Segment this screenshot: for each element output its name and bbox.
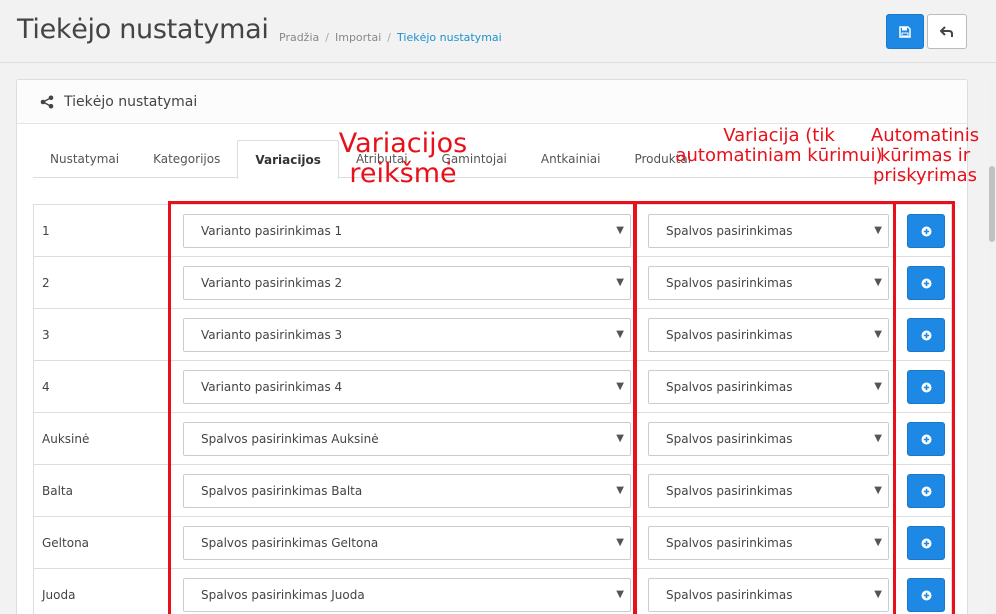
breadcrumb-home[interactable]: Pradžia — [279, 31, 319, 44]
annotation-box-variation — [634, 201, 896, 614]
breadcrumb-separator: / — [387, 31, 392, 44]
panel-title: Tiekėjo nustatymai — [64, 93, 198, 110]
tab-nustatymai[interactable]: Nustatymai — [33, 140, 136, 178]
row-label: 2 — [42, 276, 50, 290]
breadcrumb-separator: / — [325, 31, 329, 44]
row-label: 4 — [42, 380, 50, 394]
annotation-variation-label: Variacija (tik automatiniam kūrimui) — [675, 125, 883, 167]
tab-antkainiai[interactable]: Antkainiai — [524, 140, 618, 178]
row-label: Balta — [42, 484, 73, 498]
page-title: Tiekėjo nustatymai — [17, 14, 269, 45]
reply-arrow-icon — [940, 25, 953, 37]
annotation-auto-label: Automatinis kūrimas ir priskyrimas — [870, 125, 980, 187]
breadcrumb-current[interactable]: Tiekėjo nustatymai — [397, 31, 502, 44]
row-label: 1 — [42, 224, 50, 238]
scrollbar[interactable] — [988, 80, 996, 614]
annotation-value-label: Variacijos reikšmė — [338, 128, 468, 190]
breadcrumb-imports[interactable]: Importai — [335, 31, 381, 44]
share-nodes-icon — [40, 95, 54, 108]
page-header: Tiekėjo nustatymai Pradžia / Importai / … — [0, 0, 996, 62]
header-divider — [0, 62, 996, 63]
row-label: Auksinė — [42, 432, 90, 446]
panel-heading: Tiekėjo nustatymai — [17, 80, 967, 124]
annotation-box-auto — [893, 201, 955, 614]
save-button[interactable] — [886, 14, 924, 49]
row-label: Juoda — [42, 588, 76, 602]
row-label: 3 — [42, 328, 50, 342]
annotation-box-value — [168, 201, 636, 614]
breadcrumb: Pradžia / Importai / Tiekėjo nustatymai — [279, 31, 502, 44]
row-label: Geltona — [42, 536, 90, 550]
floppy-disk-icon — [899, 25, 911, 38]
tab-kategorijos[interactable]: Kategorijos — [136, 140, 237, 178]
back-button[interactable] — [927, 14, 967, 49]
scrollbar-thumb[interactable] — [989, 166, 995, 242]
